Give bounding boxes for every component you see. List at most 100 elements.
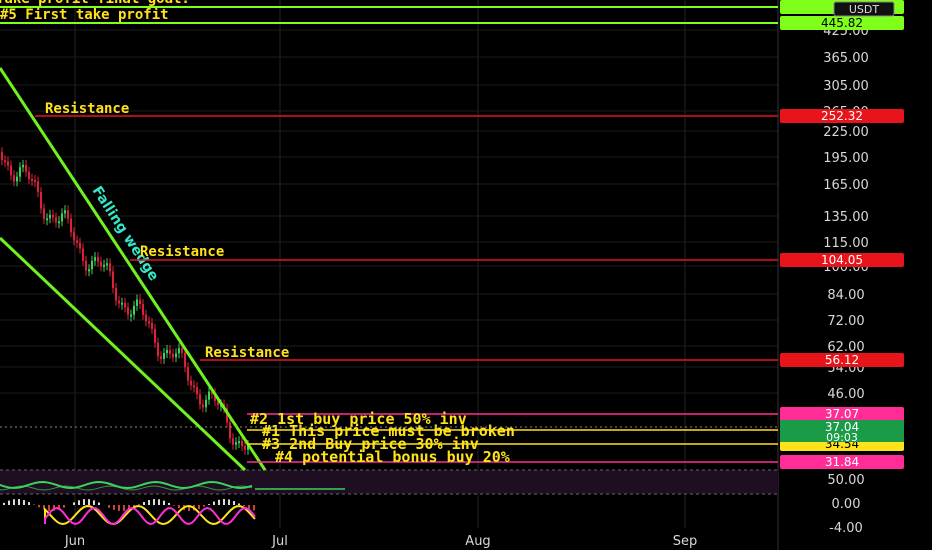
y-tick-label: 72.00 <box>827 314 864 329</box>
candle-body <box>103 264 105 267</box>
price-axis[interactable]: 425.00365.00305.00265.00225.00195.00165.… <box>823 24 869 402</box>
candle-body <box>76 240 78 243</box>
candle-body <box>4 160 6 163</box>
y-tick-label: 84.00 <box>827 288 864 303</box>
candle-body <box>229 422 231 439</box>
candle-body <box>160 356 162 359</box>
candle-body <box>190 380 192 386</box>
candle-body <box>187 367 189 381</box>
candle-body <box>55 217 57 223</box>
candle-body <box>142 304 144 315</box>
candle-body <box>94 257 96 261</box>
candle-body <box>157 342 159 357</box>
candle-body <box>49 214 51 219</box>
trading-chart[interactable]: 50.000.00-4.00 Falling wedge Take profit… <box>0 0 932 550</box>
candle-body <box>79 242 81 249</box>
candle-body <box>43 208 45 219</box>
x-tick-label: Jun <box>64 534 85 549</box>
candle-body <box>52 214 54 218</box>
y-tick-label: 115.00 <box>823 236 869 251</box>
candle-body <box>232 438 234 445</box>
candle-body <box>70 218 72 233</box>
y-tick-label: 225.00 <box>823 125 869 140</box>
candle-body <box>139 299 141 305</box>
candle-body <box>169 349 171 354</box>
level-label: Resistance <box>205 345 289 361</box>
candle-body <box>172 353 174 358</box>
candle-body <box>112 271 114 288</box>
level-label: Resistance <box>45 101 129 117</box>
x-tick-label: Sep <box>673 534 698 549</box>
y-tick-label: 305.00 <box>823 79 869 94</box>
candle-body <box>10 165 12 176</box>
candle-body <box>124 302 126 308</box>
candle-body <box>136 299 138 306</box>
candle-body <box>205 399 207 408</box>
candle-body <box>91 260 93 270</box>
candle-body <box>133 305 135 315</box>
candle-body <box>67 210 69 219</box>
candle-body <box>13 175 15 182</box>
candle-body <box>145 314 147 322</box>
candle-body <box>88 269 90 272</box>
candle-body <box>118 300 120 304</box>
candle-body <box>163 353 165 359</box>
sub-tick-label: 50.00 <box>827 473 864 488</box>
price-badge-text: 37.07 <box>825 407 859 421</box>
candle-body <box>34 179 36 182</box>
candle-body <box>175 353 177 358</box>
y-tick-label: 135.00 <box>823 210 869 225</box>
candle-body <box>235 442 237 445</box>
price-badge-text: 252.32 <box>821 109 863 123</box>
price-badge-text: 445.82 <box>821 16 863 30</box>
candle-body <box>115 287 117 301</box>
y-tick-label: 46.00 <box>827 387 864 402</box>
candle-body <box>178 348 180 354</box>
candle-body <box>121 302 123 305</box>
candle-body <box>64 210 66 214</box>
candle-body <box>28 171 30 179</box>
candle-body <box>40 192 42 209</box>
candle-body <box>100 261 102 267</box>
currency-badge-text: USDT <box>849 3 880 16</box>
sub-tick-label: -4.00 <box>829 521 863 536</box>
price-badge-text: 31.84 <box>825 455 859 469</box>
price-badge-text: 56.12 <box>825 353 859 367</box>
x-tick-label: Aug <box>465 534 490 549</box>
candle-body <box>238 441 240 444</box>
candle-body <box>196 386 198 395</box>
candle-body <box>241 441 243 447</box>
candle-body <box>184 352 186 368</box>
y-tick-label: 365.00 <box>823 51 869 66</box>
y-tick-label: 165.00 <box>823 178 869 193</box>
candle-body <box>46 218 48 221</box>
candle-body <box>130 314 132 317</box>
sub-tick-label: 0.00 <box>832 497 861 512</box>
candle-body <box>25 164 27 172</box>
candle-body <box>85 260 87 271</box>
candle-body <box>1 152 3 161</box>
candle-body <box>97 257 99 262</box>
level-label: Take profit final goal: <box>0 0 190 7</box>
candle-body <box>181 348 183 353</box>
candle-body <box>16 176 18 182</box>
candle-body <box>193 385 195 388</box>
price-badge-text: 104.05 <box>821 253 863 267</box>
candle-body <box>148 321 150 324</box>
candle-body <box>61 213 63 222</box>
candle-body <box>127 307 129 315</box>
candle-body <box>19 167 21 177</box>
candle-body <box>58 221 60 224</box>
oscillator-band <box>0 470 778 494</box>
candle-body <box>22 164 24 168</box>
level-label: Resistance <box>140 244 224 260</box>
candle-body <box>166 349 168 354</box>
candle-body <box>208 391 210 400</box>
candle-body <box>199 394 201 405</box>
candle-body <box>244 446 246 450</box>
candle-body <box>109 263 111 272</box>
candle-body <box>31 178 33 181</box>
candle-body <box>82 248 84 261</box>
candle-body <box>154 328 156 343</box>
candle-body <box>202 404 204 408</box>
